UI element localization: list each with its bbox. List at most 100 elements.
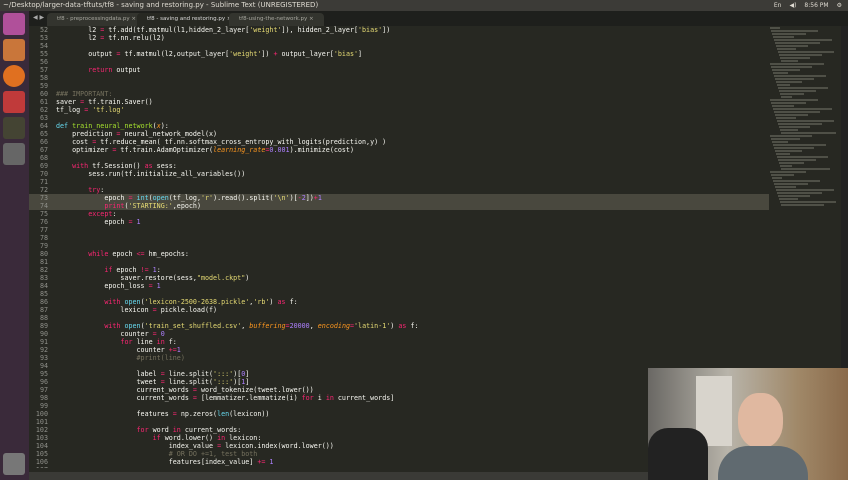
code-line[interactable]: 64 def train_neural_network(x): (29, 122, 769, 130)
code-line[interactable]: 84 epoch_loss = 1 (29, 282, 769, 290)
code-line[interactable]: 62 tf_log = 'tf.log' (29, 106, 769, 114)
minimap[interactable] (770, 26, 840, 226)
code-line[interactable]: 75 except: (29, 210, 769, 218)
code-line[interactable]: 89 with open('train_set_shuffled.csv', b… (29, 322, 769, 330)
minimap-line (781, 60, 798, 62)
code-token: ':::' (213, 378, 234, 386)
code-line[interactable]: 68 (29, 154, 769, 162)
minimap-line (778, 195, 810, 197)
code-token: lexicon (56, 306, 153, 314)
line-number: 69 (39, 162, 48, 170)
minimap-line (775, 150, 802, 152)
code-token: tf.Session() (88, 162, 145, 170)
line-number: 59 (39, 82, 48, 90)
code-line[interactable]: 85 (29, 290, 769, 298)
code-line[interactable]: 65 prediction = neural_network_model(x) (29, 130, 769, 138)
code-line[interactable]: 70 sess.run(tf.initialize_all_variables(… (29, 170, 769, 178)
code-line[interactable]: 60 ### IMPORTANT: (29, 90, 769, 98)
code-line[interactable]: 57 return output (29, 66, 769, 74)
code-token: ### IMPORTANT: (56, 90, 113, 98)
code-line[interactable]: 76 epoch = 1 (29, 218, 769, 226)
tab-using-the-network[interactable]: tf8-using-the-network.py × (229, 13, 324, 26)
minimap-line (776, 153, 790, 155)
code-line[interactable]: 92 counter += 1 (29, 346, 769, 354)
code-token: 'rb' (253, 298, 270, 306)
volume-icon[interactable]: ◀) (789, 0, 796, 11)
terminal-icon[interactable] (3, 117, 25, 139)
tab-saving-and-restoring[interactable]: tf8 - saving and restoring.py × (137, 13, 242, 26)
keyboard-layout[interactable]: En (774, 0, 782, 11)
code-token: with (56, 322, 121, 330)
line-number: 75 (39, 210, 48, 218)
files-icon[interactable] (3, 39, 25, 61)
code-line[interactable]: 63 (29, 114, 769, 122)
code-token: i (313, 394, 326, 402)
code-line[interactable]: 53 l2 = tf.nn.relu(l2) (29, 34, 769, 42)
code-token: for (56, 426, 149, 434)
minimap-line (774, 111, 820, 113)
code-token: , (309, 322, 318, 330)
minimap-line (770, 135, 812, 137)
gear-icon[interactable]: ⚙ (837, 0, 842, 11)
code-line[interactable]: 77 (29, 226, 769, 234)
code-line[interactable]: 66 cost = tf.reduce_mean( tf.nn.softmax_… (29, 138, 769, 146)
tab-preprocessingdata[interactable]: tf8 - preprocessingdata.py × (47, 13, 146, 26)
line-number: 72 (39, 186, 48, 194)
firefox-icon[interactable] (3, 65, 25, 87)
code-line[interactable]: 79 (29, 242, 769, 250)
trash-icon[interactable] (3, 453, 25, 475)
code-line[interactable]: 71 (29, 178, 769, 186)
code-token: ) (390, 322, 399, 330)
nav-arrows[interactable]: ◀ ▶ (33, 14, 44, 21)
code-token: 'weight' (249, 26, 282, 34)
minimap-line (777, 48, 796, 50)
code-token: ) (269, 298, 278, 306)
code-token: ]) (261, 50, 274, 58)
code-line[interactable]: 55 output = tf.matmul(l2,output_layer['w… (29, 50, 769, 58)
line-number: 54 (39, 42, 48, 50)
code-line[interactable]: 86 with open('lexicon-2500-2638.pickle',… (29, 298, 769, 306)
code-line[interactable]: 91 for line in f: (29, 338, 769, 346)
code-line[interactable]: 87 lexicon = pickle.load(f) (29, 306, 769, 314)
minimap-line (773, 180, 820, 182)
code-token: tf.train.Saver() (84, 98, 153, 106)
code-token: 1 (265, 458, 274, 466)
code-line[interactable]: 59 (29, 82, 769, 90)
code-line[interactable]: 93 #print(line) (29, 354, 769, 362)
code-line[interactable]: 82 if epoch != 1: (29, 266, 769, 274)
dash-icon[interactable] (3, 13, 25, 35)
code-line[interactable]: 61 saver = tf.train.Saver() (29, 98, 769, 106)
code-line[interactable]: 72 try: (29, 186, 769, 194)
code-line[interactable]: 74 print('STARTING:' ,epoch) (29, 202, 769, 210)
code-token: 'latin-1' (354, 322, 391, 330)
code-token: line (132, 338, 157, 346)
settings-icon[interactable] (3, 91, 25, 113)
code-line[interactable]: 80 while epoch <= hm_epochs: (29, 250, 769, 258)
code-line[interactable]: 54 (29, 42, 769, 50)
code-line[interactable]: 73 epoch = int(open (tf_log,'r').read().s… (29, 194, 769, 202)
code-token: features (56, 410, 173, 418)
minimap-line (777, 156, 828, 158)
code-line[interactable]: 83 saver.restore(sess, "model.ckpt") (29, 274, 769, 282)
line-number: 62 (39, 106, 48, 114)
code-token: counter (56, 330, 153, 338)
code-token: "model.ckpt" (196, 274, 246, 282)
code-line[interactable]: 69 with tf.Session() as sess: (29, 162, 769, 170)
minimap-line (779, 126, 810, 128)
code-line[interactable]: 88 (29, 314, 769, 322)
line-number: 97 (39, 386, 48, 394)
code-line[interactable]: 78 (29, 234, 769, 242)
code-token: buffering (249, 322, 286, 330)
code-line[interactable]: 81 (29, 258, 769, 266)
code-token: += (257, 458, 266, 466)
code-line[interactable]: 52 l2 = tf.add(tf.matmul(l1,hidden_2_lay… (29, 26, 769, 34)
code-token: 'lexicon-2500-2638.pickle' (144, 298, 250, 306)
clock[interactable]: 8:56 PM (804, 0, 828, 11)
code-line[interactable]: 58 (29, 74, 769, 82)
line-number: 60 (39, 90, 48, 98)
code-line[interactable]: 90 counter = 0 (29, 330, 769, 338)
sublime-icon[interactable] (3, 143, 25, 165)
code-line[interactable]: 56 (29, 58, 769, 66)
code-line[interactable]: 67 optimizer = tf.train.AdamOptimizer(le… (29, 146, 769, 154)
code-token: tf.matmul(l2,output_layer[ (120, 50, 230, 58)
